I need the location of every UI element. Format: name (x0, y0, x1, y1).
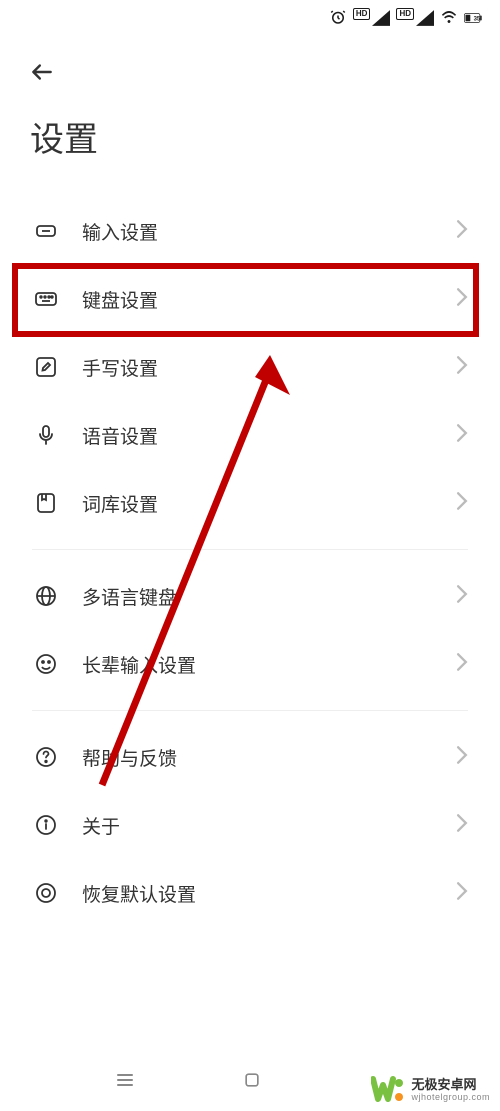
item-multi-language[interactable]: 多语言键盘 (0, 562, 500, 630)
nav-recent-button[interactable] (113, 1068, 137, 1097)
signal-2: HD (396, 9, 434, 27)
handwrite-icon (32, 353, 60, 381)
chevron-right-icon (456, 492, 468, 515)
input-icon (32, 217, 60, 245)
status-bar: HD HD 35 (0, 0, 500, 36)
globe-icon (32, 582, 60, 610)
chevron-right-icon (456, 746, 468, 769)
item-input-settings[interactable]: 输入设置 (0, 197, 500, 265)
voice-icon (32, 421, 60, 449)
about-icon (32, 811, 60, 839)
settings-group-3: 帮助与反馈 关于 恢复默认设置 (0, 723, 500, 927)
divider (32, 549, 468, 550)
signal-1: HD (353, 9, 391, 27)
item-reset-defaults[interactable]: 恢复默认设置 (0, 859, 500, 927)
item-dictionary-settings[interactable]: 词库设置 (0, 469, 500, 537)
chevron-right-icon (456, 356, 468, 379)
watermark-brand-en: wjhotelgroup.com (411, 1092, 490, 1103)
item-label: 关于 (82, 812, 456, 839)
item-help-feedback[interactable]: 帮助与反馈 (0, 723, 500, 791)
item-label: 手写设置 (82, 354, 456, 381)
battery-indicator: 35 (464, 9, 482, 27)
watermark-brand-cn: 无极安卓网 (411, 1077, 490, 1093)
item-voice-settings[interactable]: 语音设置 (0, 401, 500, 469)
item-keyboard-settings[interactable]: 键盘设置 (0, 265, 500, 333)
reset-icon (32, 879, 60, 907)
chevron-right-icon (456, 424, 468, 447)
page-title: 设置 (0, 92, 500, 197)
hd-badge-2: HD (396, 8, 414, 20)
help-icon (32, 743, 60, 771)
chevron-right-icon (456, 653, 468, 676)
item-label: 帮助与反馈 (82, 744, 456, 771)
item-handwrite-settings[interactable]: 手写设置 (0, 333, 500, 401)
item-label: 恢复默认设置 (82, 880, 456, 907)
elder-icon (32, 650, 60, 678)
item-label: 语音设置 (82, 422, 456, 449)
svg-text:35: 35 (474, 16, 481, 22)
alarm-icon (329, 8, 347, 29)
chevron-right-icon (456, 585, 468, 608)
chevron-right-icon (456, 882, 468, 905)
item-about[interactable]: 关于 (0, 791, 500, 859)
nav-home-button[interactable] (242, 1070, 262, 1095)
chevron-right-icon (456, 814, 468, 837)
item-label: 输入设置 (82, 218, 456, 245)
settings-group-2: 多语言键盘 长辈输入设置 (0, 562, 500, 698)
keyboard-icon (32, 285, 60, 313)
back-button[interactable] (22, 52, 62, 92)
chevron-right-icon (456, 288, 468, 311)
wifi-icon (440, 8, 458, 29)
settings-group-1: 输入设置 键盘设置 手写设置 语音设置 (0, 197, 500, 537)
hd-badge-1: HD (353, 8, 371, 20)
watermark-logo: 无极安卓网 wjhotelgroup.com (371, 1075, 490, 1105)
dictionary-icon (32, 489, 60, 517)
item-label: 多语言键盘 (82, 583, 456, 610)
item-elder-input[interactable]: 长辈输入设置 (0, 630, 500, 698)
item-label: 词库设置 (82, 490, 456, 517)
item-label: 长辈输入设置 (82, 651, 456, 678)
item-label: 键盘设置 (82, 286, 456, 313)
header (0, 36, 500, 92)
divider (32, 710, 468, 711)
chevron-right-icon (456, 220, 468, 243)
